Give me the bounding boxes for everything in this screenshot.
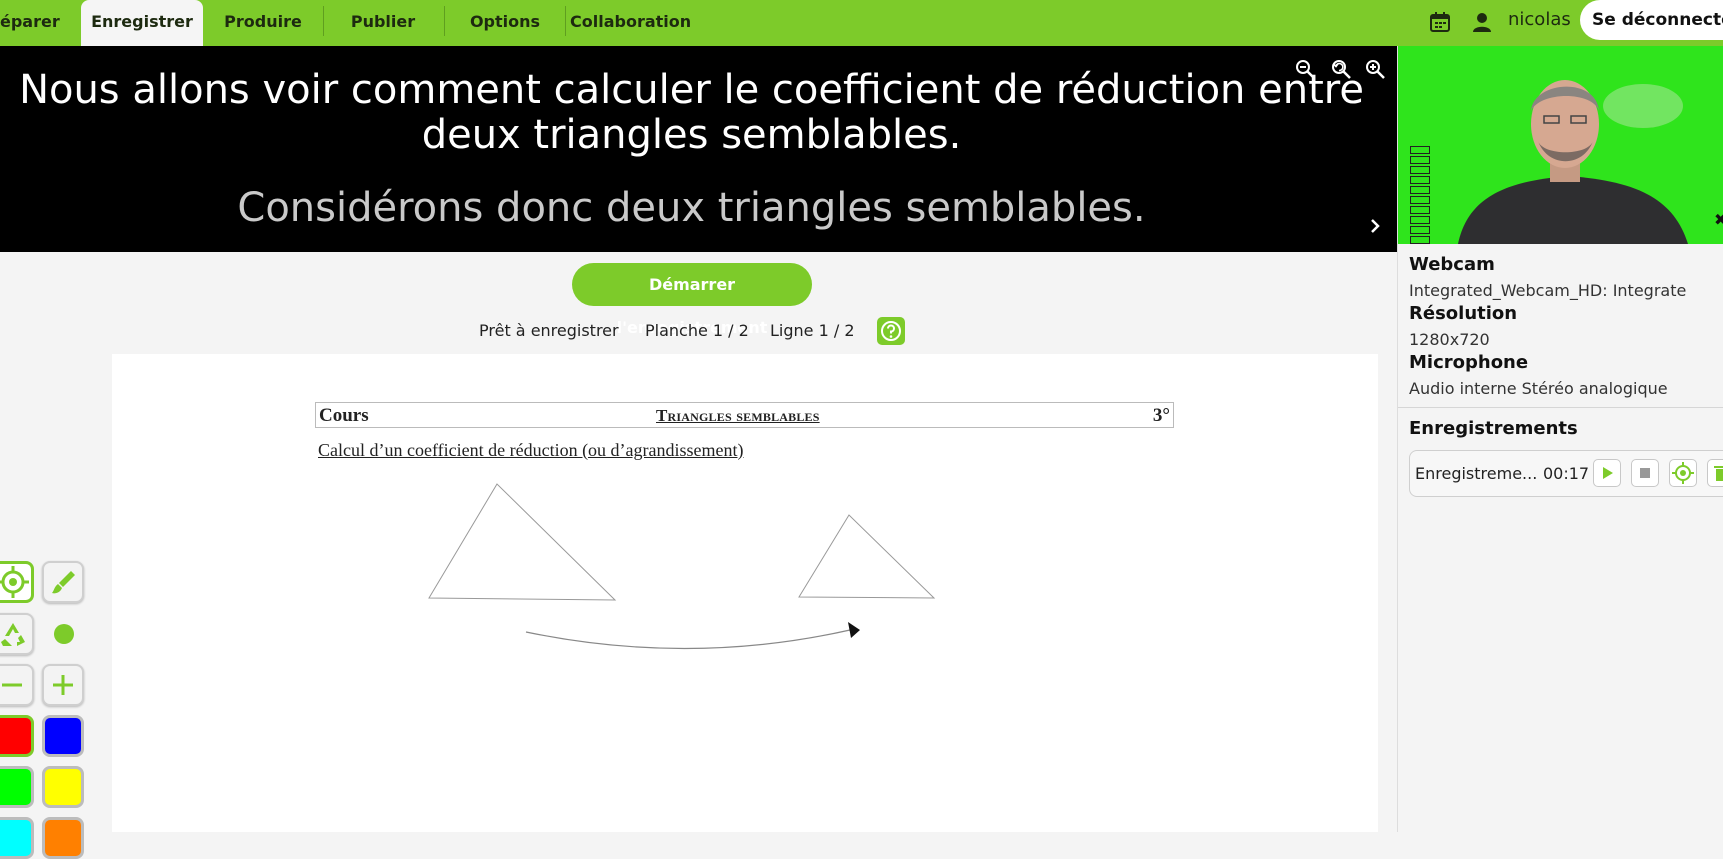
minus-icon bbox=[0, 683, 32, 708]
close-icon[interactable]: ✖ bbox=[1714, 210, 1723, 229]
tab-separator bbox=[444, 6, 445, 36]
resolution-value: 1280x720 bbox=[1409, 330, 1490, 349]
document-subtitle: Calcul d’un coefficient de réduction (ou… bbox=[318, 440, 744, 460]
start-recording-button[interactable]: Démarrer l'enregistrement bbox=[572, 263, 812, 337]
webcam-preview bbox=[1398, 46, 1723, 244]
delete-recording-button[interactable] bbox=[1707, 459, 1723, 487]
webcam-value: Integrated_Webcam_HD: Integrate bbox=[1409, 281, 1687, 300]
color-swatch-red[interactable] bbox=[0, 715, 34, 757]
panel-divider bbox=[1398, 407, 1723, 408]
user-icon bbox=[1471, 11, 1493, 37]
help-icon bbox=[877, 321, 905, 349]
document-header: Cours Triangles semblables 3° bbox=[315, 402, 1174, 428]
brush-size-indicator bbox=[54, 624, 74, 644]
recycle-icon bbox=[0, 623, 32, 657]
recording-duration: 00:17 bbox=[1543, 464, 1590, 483]
microphone-value: Audio interne Stéréo analogique bbox=[1409, 379, 1668, 398]
top-navigation-bar: éparer Enregistrer Produire Publier Opti… bbox=[0, 0, 1723, 46]
tab-separator bbox=[565, 6, 566, 36]
brush-tool-button[interactable] bbox=[42, 561, 84, 603]
color-swatch-cyan[interactable] bbox=[0, 817, 34, 859]
resolution-label: Résolution bbox=[1409, 303, 1518, 324]
tab-separator bbox=[323, 6, 324, 36]
tab-enregistrer[interactable]: Enregistrer bbox=[81, 0, 203, 46]
help-button[interactable] bbox=[877, 317, 905, 345]
stop-recording-button[interactable] bbox=[1631, 459, 1659, 487]
sheet-counter: Planche 1 / 2 bbox=[645, 321, 749, 340]
zoom-out-icon[interactable] bbox=[1294, 58, 1316, 80]
logout-button[interactable]: Se déconnecte bbox=[1580, 0, 1723, 40]
webcam-person-image bbox=[1458, 80, 1688, 244]
tab-produire[interactable]: Produire bbox=[210, 0, 316, 46]
teleprompter: Nous allons voir comment calculer le coe… bbox=[0, 46, 1397, 252]
recordings-heading: Enregistrements bbox=[1409, 418, 1578, 439]
pointer-tool-button[interactable] bbox=[0, 561, 34, 603]
trash-icon bbox=[1708, 466, 1723, 490]
username: nicolas bbox=[1508, 9, 1571, 30]
audio-level-meter bbox=[1410, 146, 1430, 246]
recording-list-item[interactable]: Enregistreme... 00:17 bbox=[1409, 450, 1723, 497]
zoom-in-icon[interactable] bbox=[1364, 58, 1386, 80]
document-title: Triangles semblables bbox=[656, 406, 820, 425]
webcam-label: Webcam bbox=[1409, 254, 1495, 275]
color-swatch-blue[interactable] bbox=[42, 715, 84, 757]
play-icon bbox=[1594, 467, 1620, 490]
line-counter: Ligne 1 / 2 bbox=[770, 321, 855, 340]
tab-collaboration[interactable]: Collaboration bbox=[570, 0, 691, 46]
microphone-label: Microphone bbox=[1409, 352, 1529, 373]
color-swatch-orange[interactable] bbox=[42, 817, 84, 859]
recording-status: Prêt à enregistrer bbox=[479, 321, 619, 340]
tab-preparer[interactable]: éparer bbox=[0, 0, 60, 46]
zoom-reset-icon[interactable] bbox=[1330, 58, 1352, 80]
brush-icon bbox=[44, 571, 82, 605]
calendar-icon[interactable] bbox=[1429, 11, 1451, 37]
target-icon bbox=[0, 566, 31, 604]
color-swatch-green[interactable] bbox=[0, 766, 34, 808]
play-recording-button[interactable] bbox=[1593, 459, 1621, 487]
color-swatch-yellow[interactable] bbox=[42, 766, 84, 808]
tab-options[interactable]: Options bbox=[450, 0, 560, 46]
prompter-current-line: Nous allons voir comment calculer le coe… bbox=[19, 67, 1364, 158]
document-header-left: Cours bbox=[319, 405, 369, 426]
prompter-next-line: Considérons donc deux triangles semblabl… bbox=[237, 185, 1146, 231]
tab-publier[interactable]: Publier bbox=[330, 0, 436, 46]
locate-recording-button[interactable] bbox=[1669, 459, 1697, 487]
recording-name: Enregistreme... bbox=[1415, 464, 1538, 483]
plus-icon bbox=[44, 675, 82, 708]
increase-size-button[interactable] bbox=[42, 664, 84, 706]
chevron-right-icon[interactable] bbox=[1365, 216, 1385, 236]
stop-icon bbox=[1632, 468, 1658, 490]
target-icon bbox=[1670, 462, 1696, 490]
document-level: 3° bbox=[1152, 405, 1170, 426]
decrease-size-button[interactable] bbox=[0, 664, 34, 706]
clear-tool-button[interactable] bbox=[0, 613, 34, 655]
